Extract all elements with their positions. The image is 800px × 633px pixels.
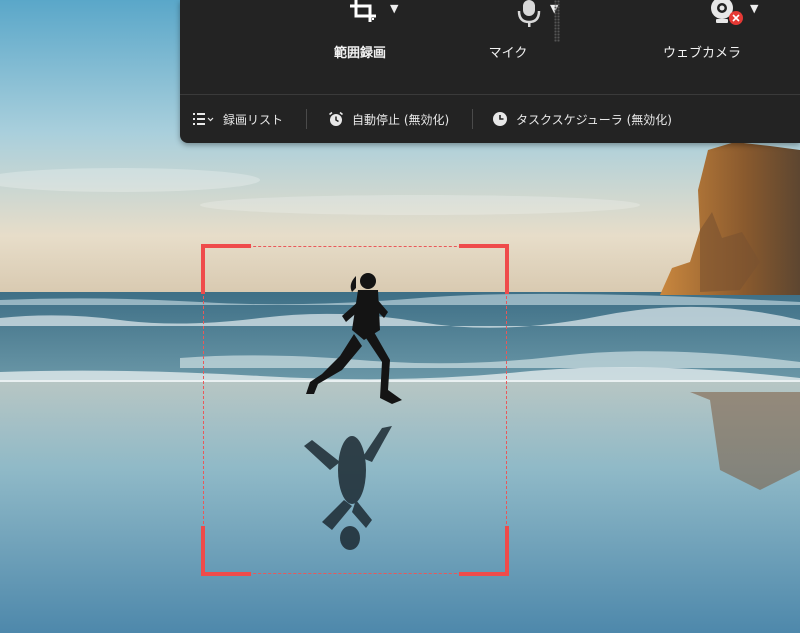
capture-region-frame[interactable] bbox=[201, 244, 509, 576]
crop-icon bbox=[350, 0, 376, 22]
drag-handle[interactable] bbox=[554, 0, 560, 42]
disabled-badge-icon bbox=[729, 11, 743, 25]
webcam-source[interactable]: ▼ ウェブカメラ bbox=[642, 0, 762, 90]
task-scheduler-label: タスクスケジューラ (無効化) bbox=[516, 112, 672, 127]
clock-icon bbox=[492, 111, 508, 127]
region-icon-wrap: ▼ bbox=[330, 0, 398, 40]
list-icon bbox=[193, 112, 215, 126]
microphone-source[interactable]: ▼ マイク bbox=[448, 0, 568, 90]
toolbar-separator bbox=[306, 109, 307, 129]
toolbar-separator bbox=[472, 109, 473, 129]
recording-list-button[interactable]: 録画リスト bbox=[193, 95, 283, 143]
auto-stop-label: 自動停止 (無効化) bbox=[352, 112, 450, 127]
resize-handle-top-right[interactable] bbox=[459, 244, 509, 294]
resize-handle-top-left[interactable] bbox=[201, 244, 251, 294]
webcam-label: ウェブカメラ bbox=[662, 46, 741, 61]
region-recording-label: 範囲録画 bbox=[333, 46, 386, 61]
auto-stop-button[interactable]: 自動停止 (無効化) bbox=[328, 95, 449, 143]
task-scheduler-button[interactable]: タスクスケジューラ (無効化) bbox=[492, 95, 672, 143]
chevron-down-icon[interactable]: ▼ bbox=[390, 2, 398, 15]
recording-list-label: 録画リスト bbox=[223, 112, 284, 127]
mic-icon-wrap: ▼ bbox=[478, 0, 558, 40]
recorder-panel: ▼ 範囲録画 ▼ マイク ▼ bbox=[180, 0, 800, 143]
resize-handle-bottom-right[interactable] bbox=[459, 526, 509, 576]
microphone-label: マイク bbox=[488, 46, 528, 61]
resize-handle-bottom-left[interactable] bbox=[201, 526, 251, 576]
alarm-clock-icon bbox=[328, 111, 344, 127]
chevron-down-icon[interactable]: ▼ bbox=[750, 2, 758, 15]
panel-bottom-bar: 録画リスト 自動停止 (無効化) タスクスケジューラ (無効化) bbox=[180, 95, 800, 143]
microphone-icon bbox=[517, 0, 541, 27]
webcam-icon-wrap: ▼ bbox=[672, 0, 758, 40]
region-recording-source[interactable]: ▼ 範囲録画 bbox=[300, 0, 420, 90]
capture-region-dashed-border bbox=[203, 246, 507, 574]
